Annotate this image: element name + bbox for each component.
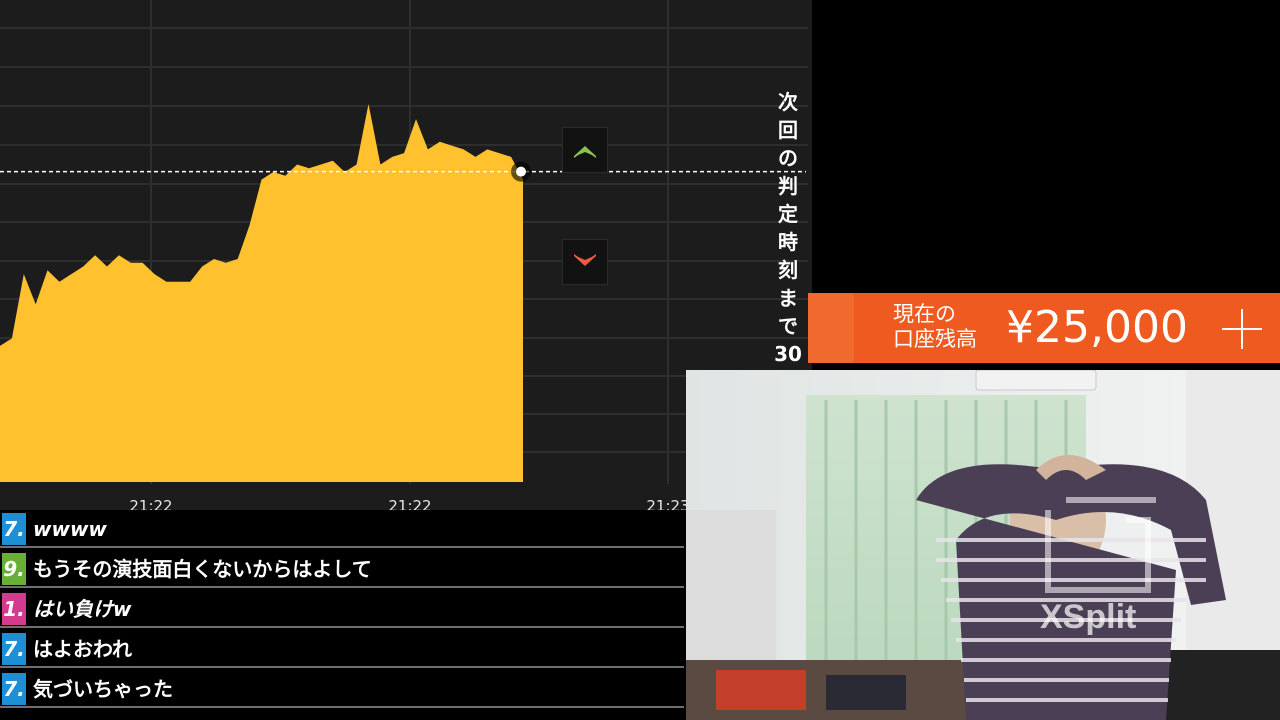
comment-badge: 7. [2,633,26,665]
chevron-up-icon [574,146,596,158]
comment-row: 1. はい負けw [0,590,684,628]
countdown-char: 定 [778,202,798,226]
high-button[interactable] [562,127,608,173]
xsplit-watermark: XSplit [1040,598,1137,636]
webcam-scene [686,370,1280,720]
current-price-dot [516,166,526,177]
low-button[interactable] [562,239,608,285]
comment-list: 7. wwww 9. もうその演技面白くないからはよして 1. はい負けw 7. はよおわれ 7… [0,510,684,720]
chevron-down-icon [574,254,596,266]
countdown-char: 刻 [778,258,798,282]
webcam-feed: XSplit [686,370,1280,720]
balance-bar-accent [808,293,854,363]
comment-text: wwww [33,517,107,541]
countdown-char: ま [778,286,798,310]
comment-text: はい負けw [33,597,132,621]
x-tick-label: 21:22 [129,497,172,510]
countdown-char: 回 [778,118,798,142]
comment-badge: 7. [2,513,26,545]
countdown-char: 30 [774,342,802,366]
comment-text: 気づいちゃった [33,677,173,701]
balance-label: 現在の 口座残高 [893,302,977,352]
comment-row: 7. 気づいちゃった [0,670,684,708]
comment-badge: 7. [2,673,26,705]
countdown-char: で [778,314,798,338]
countdown-label: 次回の判定時刻まで30秒 [772,88,804,396]
countdown-char: 判 [778,174,798,198]
countdown-char: 次 [778,90,798,114]
comment-text: もうその演技面白くないからはよして [33,557,372,581]
countdown-char: 時 [778,230,798,254]
countdown-char: の [778,146,798,170]
comment-badge: 9. [2,553,26,585]
comment-text: はよおわれ [33,637,132,661]
comment-row: 7. wwww [0,510,684,548]
x-tick-label: 21:23 [646,497,689,510]
balance-label-line2: 口座残高 [893,327,977,351]
price-area [0,104,523,482]
balance-label-line1: 現在の [893,302,956,326]
comment-row: 9. もうその演技面白くないからはよして [0,550,684,588]
balance-amount: ¥25,000 [1006,302,1188,353]
comment-badge: 1. [2,593,26,625]
x-tick-label: 21:22 [388,497,431,510]
comment-row: 7. はよおわれ [0,630,684,668]
plus-icon[interactable] [1218,303,1266,355]
